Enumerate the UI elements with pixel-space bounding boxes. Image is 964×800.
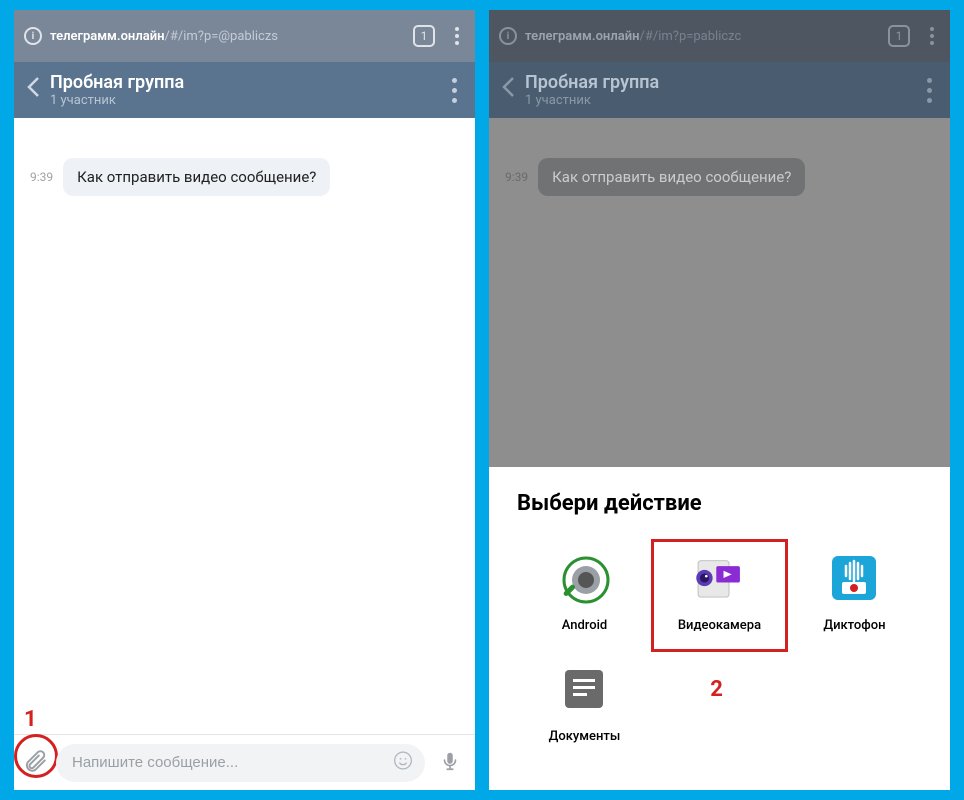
- microphone-icon[interactable]: [433, 750, 467, 776]
- chat-header: Пробная группа 1 участник: [489, 62, 950, 118]
- back-icon: [501, 76, 515, 104]
- sheet-title: Выбери действие: [517, 491, 922, 516]
- browser-menu-icon: [924, 27, 940, 45]
- action-android[interactable]: Android: [517, 540, 652, 651]
- action-sheet: Выбери действие Android: [489, 467, 950, 790]
- site-info-icon: i: [499, 27, 517, 45]
- chat-title-area[interactable]: Пробная группа 1 участник: [50, 72, 446, 108]
- action-label: Документы: [549, 729, 621, 744]
- videocamera-icon: [689, 548, 749, 608]
- chat-subtitle: 1 участник: [525, 93, 921, 108]
- recorder-icon: [824, 548, 884, 608]
- phone-screen-right: i телеграмм.онлайн/#/im?p=pabliczc 1 Про…: [489, 10, 950, 790]
- site-info-icon[interactable]: i: [24, 27, 42, 45]
- message-row: 9:39 Как отправить видео сообщение?: [30, 158, 459, 196]
- action-documents[interactable]: Документы: [517, 651, 652, 762]
- sheet-grid: Android Видеокамера: [517, 540, 922, 762]
- callout-number-2: 2: [710, 677, 723, 702]
- action-label: Диктофон: [823, 618, 885, 633]
- paperclip-icon: [22, 748, 48, 774]
- message-input[interactable]: [56, 744, 425, 782]
- callout-number-1: 1: [24, 707, 37, 732]
- phone-screen-left: i телеграмм.онлайн/#/im?p=@pabliczs 1 Пр…: [14, 10, 475, 790]
- action-videocamera[interactable]: Видеокамера: [652, 540, 787, 651]
- input-bar: [14, 734, 475, 790]
- action-dictaphone[interactable]: Диктофон: [787, 540, 922, 651]
- emoji-icon[interactable]: [393, 750, 413, 775]
- url-bar: i телеграмм.онлайн/#/im?p=pabliczc: [499, 27, 874, 45]
- chat-title-area: Пробная группа 1 участник: [525, 72, 921, 108]
- chat-subtitle: 1 участник: [50, 93, 446, 108]
- message-bubble: Как отправить видео сообщение?: [538, 158, 805, 196]
- android-system-icon: [554, 548, 614, 608]
- message-bubble[interactable]: Как отправить видео сообщение?: [63, 158, 330, 196]
- chat-menu-icon: [921, 78, 938, 103]
- browser-bar: i телеграмм.онлайн/#/im?p=pabliczc 1: [489, 10, 950, 62]
- url-bar[interactable]: i телеграмм.онлайн/#/im?p=@pabliczs: [24, 27, 399, 45]
- browser-bar: i телеграмм.онлайн/#/im?p=@pabliczs 1: [14, 10, 475, 62]
- attach-button[interactable]: [22, 748, 48, 778]
- message-time: 9:39: [505, 170, 528, 184]
- chat-header: Пробная группа 1 участник: [14, 62, 475, 118]
- action-label: Android: [562, 618, 608, 633]
- message-time: 9:39: [30, 170, 53, 184]
- chat-title: Пробная группа: [50, 72, 446, 93]
- tabs-button[interactable]: 1: [413, 25, 435, 47]
- tabs-button: 1: [888, 25, 910, 47]
- browser-menu-icon[interactable]: [449, 27, 465, 45]
- chat-body: 9:39 Как отправить видео сообщение?: [14, 118, 475, 734]
- chat-title: Пробная группа: [525, 72, 921, 93]
- back-icon[interactable]: [26, 76, 40, 104]
- action-label: Видеокамера: [678, 618, 761, 633]
- documents-icon: [554, 659, 614, 719]
- chat-menu-icon[interactable]: [446, 78, 463, 103]
- message-row: 9:39 Как отправить видео сообщение?: [505, 158, 934, 196]
